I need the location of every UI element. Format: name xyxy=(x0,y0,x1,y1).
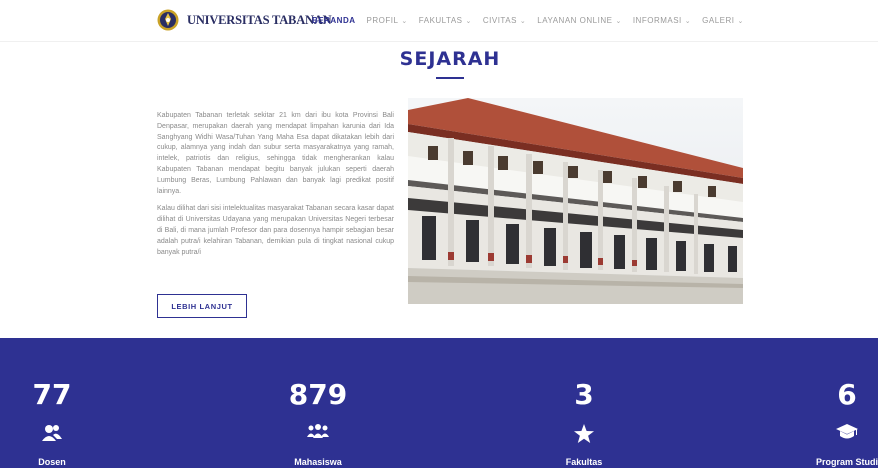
history-paragraph-1: Kabupaten Tabanan terletak sekitar 21 km… xyxy=(157,112,394,195)
chevron-down-icon: ⌄ xyxy=(615,18,622,25)
nav-item-informasi[interactable]: INFORMASI ⌄ xyxy=(633,16,691,25)
chevron-down-icon: ⌄ xyxy=(737,18,744,25)
stat-label: Fakultas xyxy=(565,457,603,467)
nav-item-profil[interactable]: PROFIL ⌄ xyxy=(367,16,408,25)
graduation-cap-icon xyxy=(836,424,858,439)
nav-label: PROFIL xyxy=(366,16,399,25)
stat-label: Program Studi xyxy=(815,457,878,467)
star-icon xyxy=(574,424,594,443)
title-underline xyxy=(436,77,464,79)
stat-value: 6 xyxy=(837,378,857,411)
brand[interactable]: UNIVERSITAS TABANAN xyxy=(157,9,332,31)
nav-label: FAKULTAS xyxy=(418,16,463,25)
nav-label: BERANDA xyxy=(312,16,356,25)
nav-item-beranda[interactable]: BERANDA xyxy=(312,16,356,25)
nav-item-civitas[interactable]: CIVITAS ⌄ xyxy=(483,16,526,25)
campus-building-photo xyxy=(408,98,743,304)
nav-label: LAYANAN ONLINE xyxy=(537,16,613,25)
history-paragraph-2: Kalau dilihat dari sisi intelektualitas … xyxy=(157,205,394,256)
nav-label: INFORMASI xyxy=(632,16,682,25)
chevron-down-icon: ⌄ xyxy=(684,18,692,25)
stat-label: Mahasiswa xyxy=(294,457,342,467)
main-menu: BERANDA PROFIL ⌄ FAKULTAS ⌄ CIVITAS ⌄ LAYAN… xyxy=(312,16,755,25)
stat-label: Dosen xyxy=(38,457,66,467)
history-text: Kabupaten Tabanan terletak sekitar 21 km… xyxy=(157,111,394,265)
brand-name: UNIVERSITAS TABANAN xyxy=(187,12,332,27)
nav-label: CIVITAS xyxy=(482,16,517,25)
chevron-down-icon: ⌄ xyxy=(465,18,472,25)
stat-value: 77 xyxy=(32,378,72,411)
stat-value: 3 xyxy=(574,378,594,411)
stat-value: 879 xyxy=(288,378,348,411)
university-logo-icon xyxy=(157,9,179,31)
section-title: SEJARAH xyxy=(399,48,501,70)
stats-band: 77 Dosen 879 Mahasiswa 3 Fakultas 6 Prog… xyxy=(0,338,878,468)
nav-item-fakultas[interactable]: FAKULTAS ⌄ xyxy=(419,16,472,25)
nav-item-layanan-online[interactable]: LAYANAN ONLINE ⌄ xyxy=(537,16,622,25)
lecturers-icon xyxy=(42,425,62,441)
read-more-button[interactable]: LEBIH LANJUT xyxy=(157,294,247,318)
top-navbar: UNIVERSITAS TABANAN BERANDA PROFIL ⌄ FAKU… xyxy=(0,0,878,42)
chevron-down-icon: ⌄ xyxy=(519,18,527,25)
nav-label: GALERI xyxy=(702,16,735,25)
students-icon xyxy=(307,424,329,438)
chevron-down-icon: ⌄ xyxy=(401,18,408,25)
nav-item-galeri[interactable]: GALERI ⌄ xyxy=(702,16,744,25)
